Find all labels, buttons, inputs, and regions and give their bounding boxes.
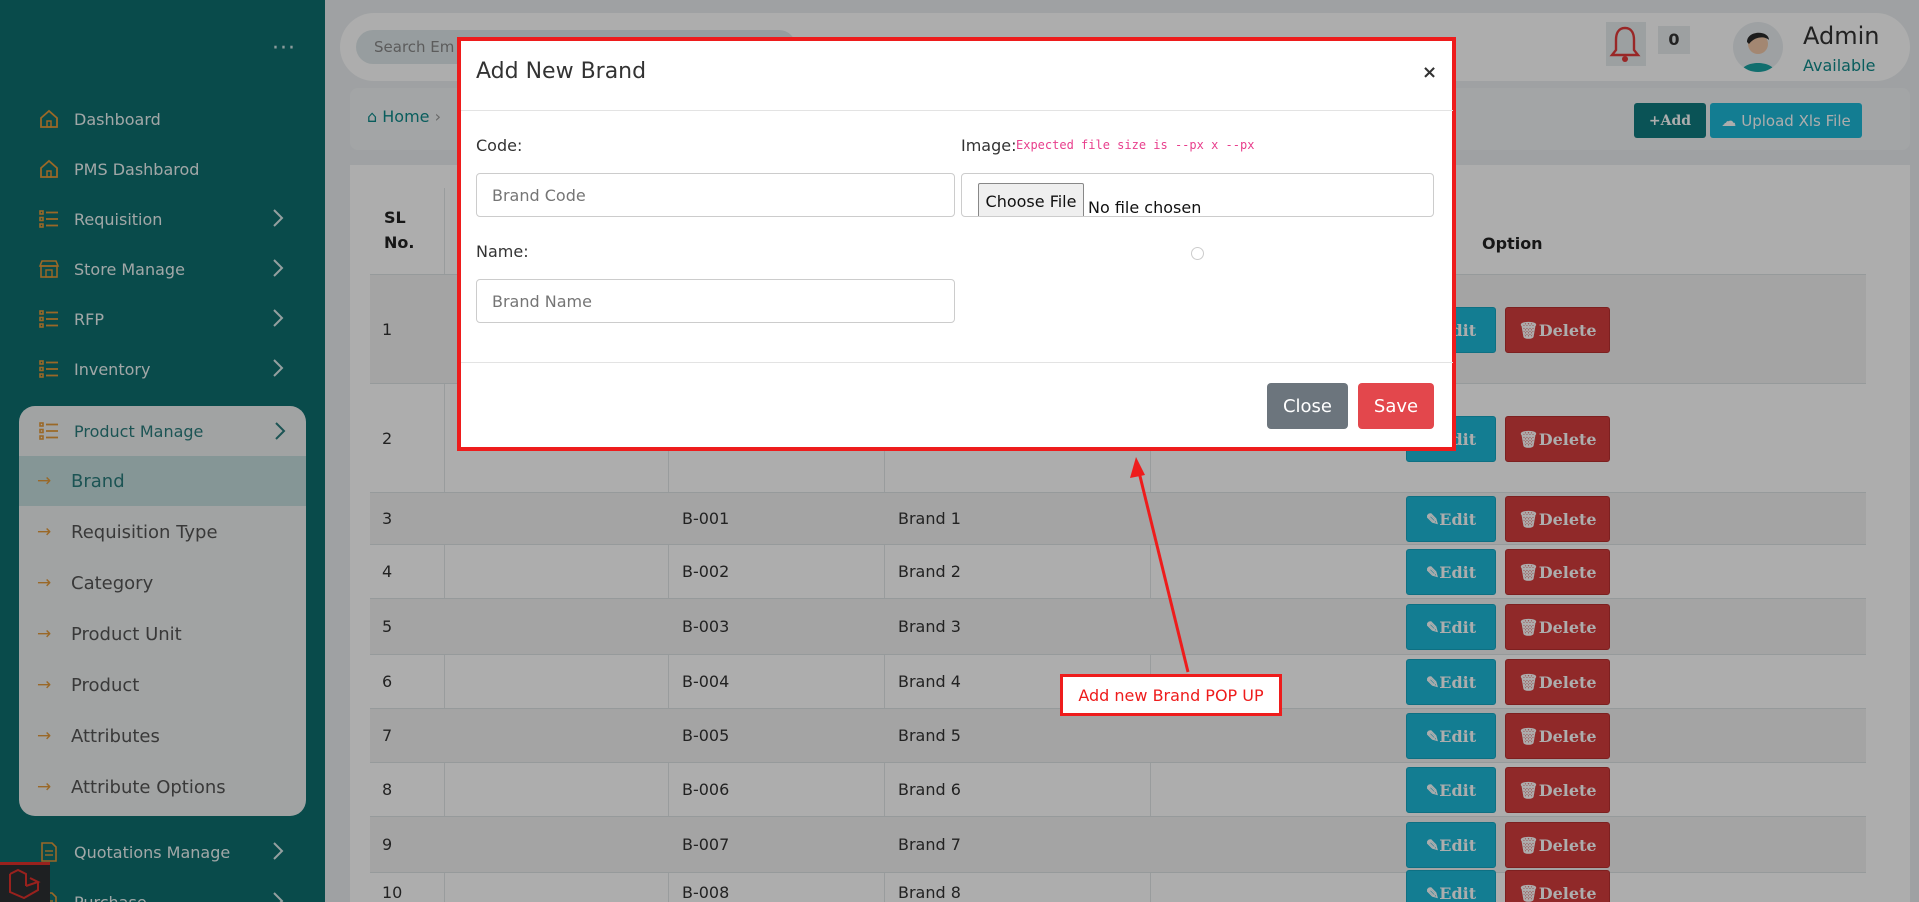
image-file-input[interactable]: Choose File No file chosen: [961, 173, 1434, 217]
save-button[interactable]: Save: [1358, 383, 1434, 429]
name-label: Name:: [476, 242, 529, 261]
radio-indicator: [1191, 247, 1204, 260]
image-size-hint: Expected file size is --px x --px: [1016, 138, 1255, 152]
file-status: No file chosen: [1088, 198, 1202, 217]
modal-title: Add New Brand: [476, 59, 647, 84]
brand-name-input[interactable]: [476, 279, 955, 323]
close-icon[interactable]: ×: [1422, 62, 1437, 83]
code-label: Code:: [476, 136, 523, 155]
brand-code-input[interactable]: [476, 173, 955, 217]
image-label: Image:: [961, 136, 1017, 155]
annotation-label: Add new Brand POP UP: [1060, 674, 1282, 716]
choose-file-button[interactable]: Choose File: [978, 183, 1084, 216]
close-button[interactable]: Close: [1267, 383, 1348, 429]
